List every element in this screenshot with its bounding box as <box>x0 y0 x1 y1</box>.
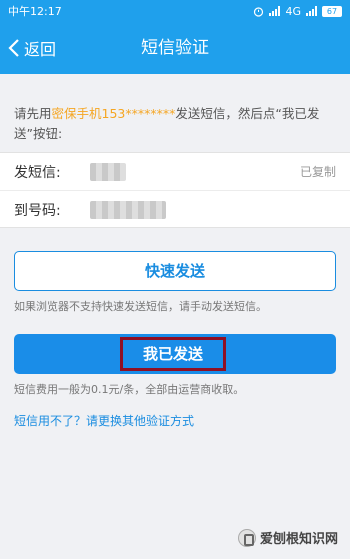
watermark-text: 爱刨根知识网 <box>259 532 338 547</box>
status-bar: 中午12:17 4G 67 <box>0 0 350 22</box>
target-number-masked <box>90 201 166 219</box>
sms-content-label: 发短信: <box>14 164 61 181</box>
watermark-logo-icon <box>237 528 256 547</box>
target-number-label: 到号码: <box>14 203 61 219</box>
battery-icon: 67 <box>322 5 342 17</box>
copied-status[interactable]: 已复制 <box>300 163 336 180</box>
instruction-text: 请先用密保手机153********发送短信，然后点“我已发送”按钮: <box>14 104 336 144</box>
status-time: 中午12:17 <box>8 5 62 18</box>
signal-icon <box>269 6 281 16</box>
quick-send-hint: 如果浏览器不支持快速发送短信，请手动发送短信。 <box>14 300 267 313</box>
chevron-left-icon <box>8 39 19 57</box>
watermark: 爱刨根知识网 <box>237 528 338 547</box>
sms-content-row: 发短信: 已复制 <box>0 153 350 191</box>
sms-info-card: 发短信: 已复制 到号码: <box>0 152 350 228</box>
sms-fee-hint: 短信费用一般为0.1元/条，全部由运营商收取。 <box>14 383 245 396</box>
signal-icon-2 <box>306 6 317 16</box>
status-icons: 4G 67 <box>253 5 342 18</box>
sms-content-masked <box>90 162 126 181</box>
back-label: 返回 <box>24 40 57 59</box>
i-have-sent-button[interactable]: 我已发送 <box>14 334 336 374</box>
back-button[interactable]: 返回 <box>8 22 56 74</box>
quick-send-button[interactable]: 快速发送 <box>14 251 336 291</box>
alternative-verification-link[interactable]: 短信用不了？请更换其他验证方式 <box>14 412 194 429</box>
target-number-row: 到号码: <box>0 191 350 229</box>
instruction-prefix: 请先用 <box>14 106 52 121</box>
i-have-sent-label: 我已发送 <box>120 337 226 371</box>
network-type: 4G <box>285 4 301 18</box>
alarm-icon <box>254 6 264 17</box>
nav-bar: 返回 短信验证 <box>0 22 350 74</box>
secure-phone-number: 密保手机153******** <box>51 106 176 121</box>
